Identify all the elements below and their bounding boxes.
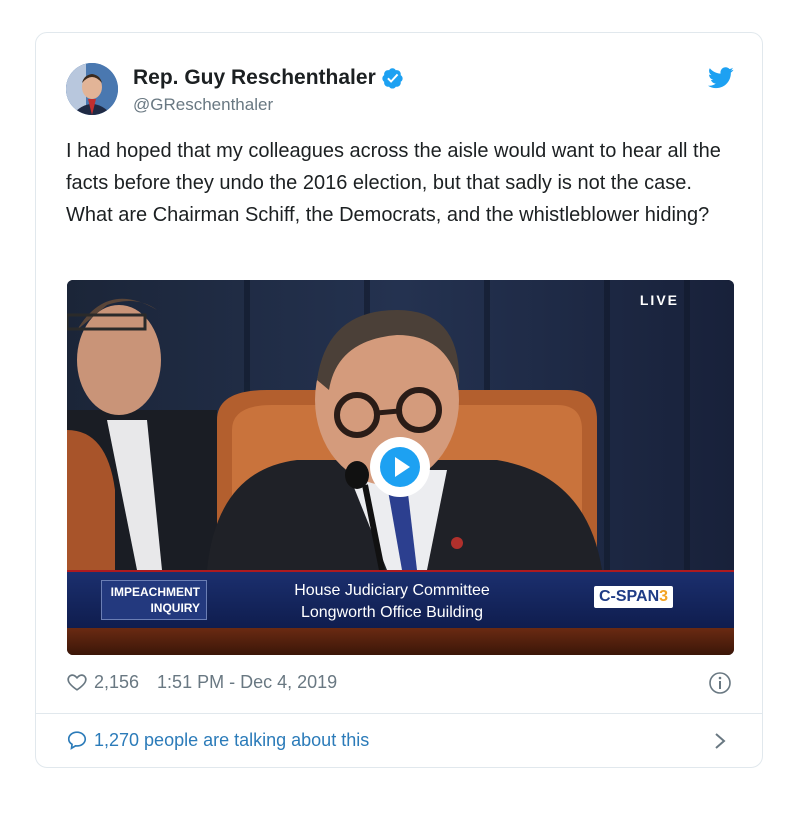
banner-topic-line2: INQUIRY bbox=[150, 601, 200, 615]
desk-strip bbox=[67, 628, 734, 655]
avatar[interactable] bbox=[66, 63, 118, 115]
play-icon bbox=[380, 447, 420, 487]
tweet-card: Rep. Guy Reschenthaler @GReschenthaler I… bbox=[35, 32, 763, 768]
author-handle[interactable]: @GReschenthaler bbox=[133, 95, 273, 115]
banner-location-line1: House Judiciary Committee bbox=[294, 582, 490, 599]
author-name[interactable]: Rep. Guy Reschenthaler bbox=[133, 66, 376, 90]
network-name: C-SPAN bbox=[599, 588, 660, 605]
chevron-right-icon[interactable] bbox=[712, 730, 728, 752]
like-count[interactable]: 2,156 bbox=[94, 672, 139, 693]
talking-count: 1,270 people are talking about this bbox=[94, 729, 370, 750]
info-icon[interactable] bbox=[708, 671, 732, 695]
video-player[interactable]: LIVE IMPEACHMENT INQUIRY House Judiciary… bbox=[67, 280, 734, 655]
video-frame bbox=[67, 280, 734, 570]
tweet-text: I had hoped that my colleagues across th… bbox=[66, 140, 721, 226]
banner-topic: IMPEACHMENT INQUIRY bbox=[101, 580, 207, 620]
divider bbox=[36, 713, 762, 714]
live-badge: LIVE bbox=[639, 292, 679, 308]
verified-icon bbox=[382, 68, 403, 89]
conversation-link[interactable]: 1,270 people are talking about this bbox=[66, 729, 369, 751]
tweet-timestamp[interactable]: 1:51 PM - Dec 4, 2019 bbox=[157, 672, 337, 693]
play-button[interactable] bbox=[370, 437, 430, 497]
tweet-meta: 2,156 1:51 PM - Dec 4, 2019 bbox=[66, 671, 337, 693]
banner-location: House Judiciary Committee Longworth Offi… bbox=[237, 580, 547, 624]
heart-icon[interactable] bbox=[66, 671, 88, 693]
reply-bubble-icon bbox=[67, 731, 87, 750]
network-number: 3 bbox=[659, 588, 669, 605]
network-logo: C-SPAN3 bbox=[594, 586, 674, 608]
banner-topic-line1: IMPEACHMENT bbox=[110, 585, 200, 599]
twitter-bird-icon[interactable] bbox=[708, 67, 734, 89]
news-banner: IMPEACHMENT INQUIRY House Judiciary Comm… bbox=[67, 570, 734, 628]
author-row: Rep. Guy Reschenthaler bbox=[133, 66, 404, 90]
banner-location-line2: Longworth Office Building bbox=[300, 604, 484, 621]
